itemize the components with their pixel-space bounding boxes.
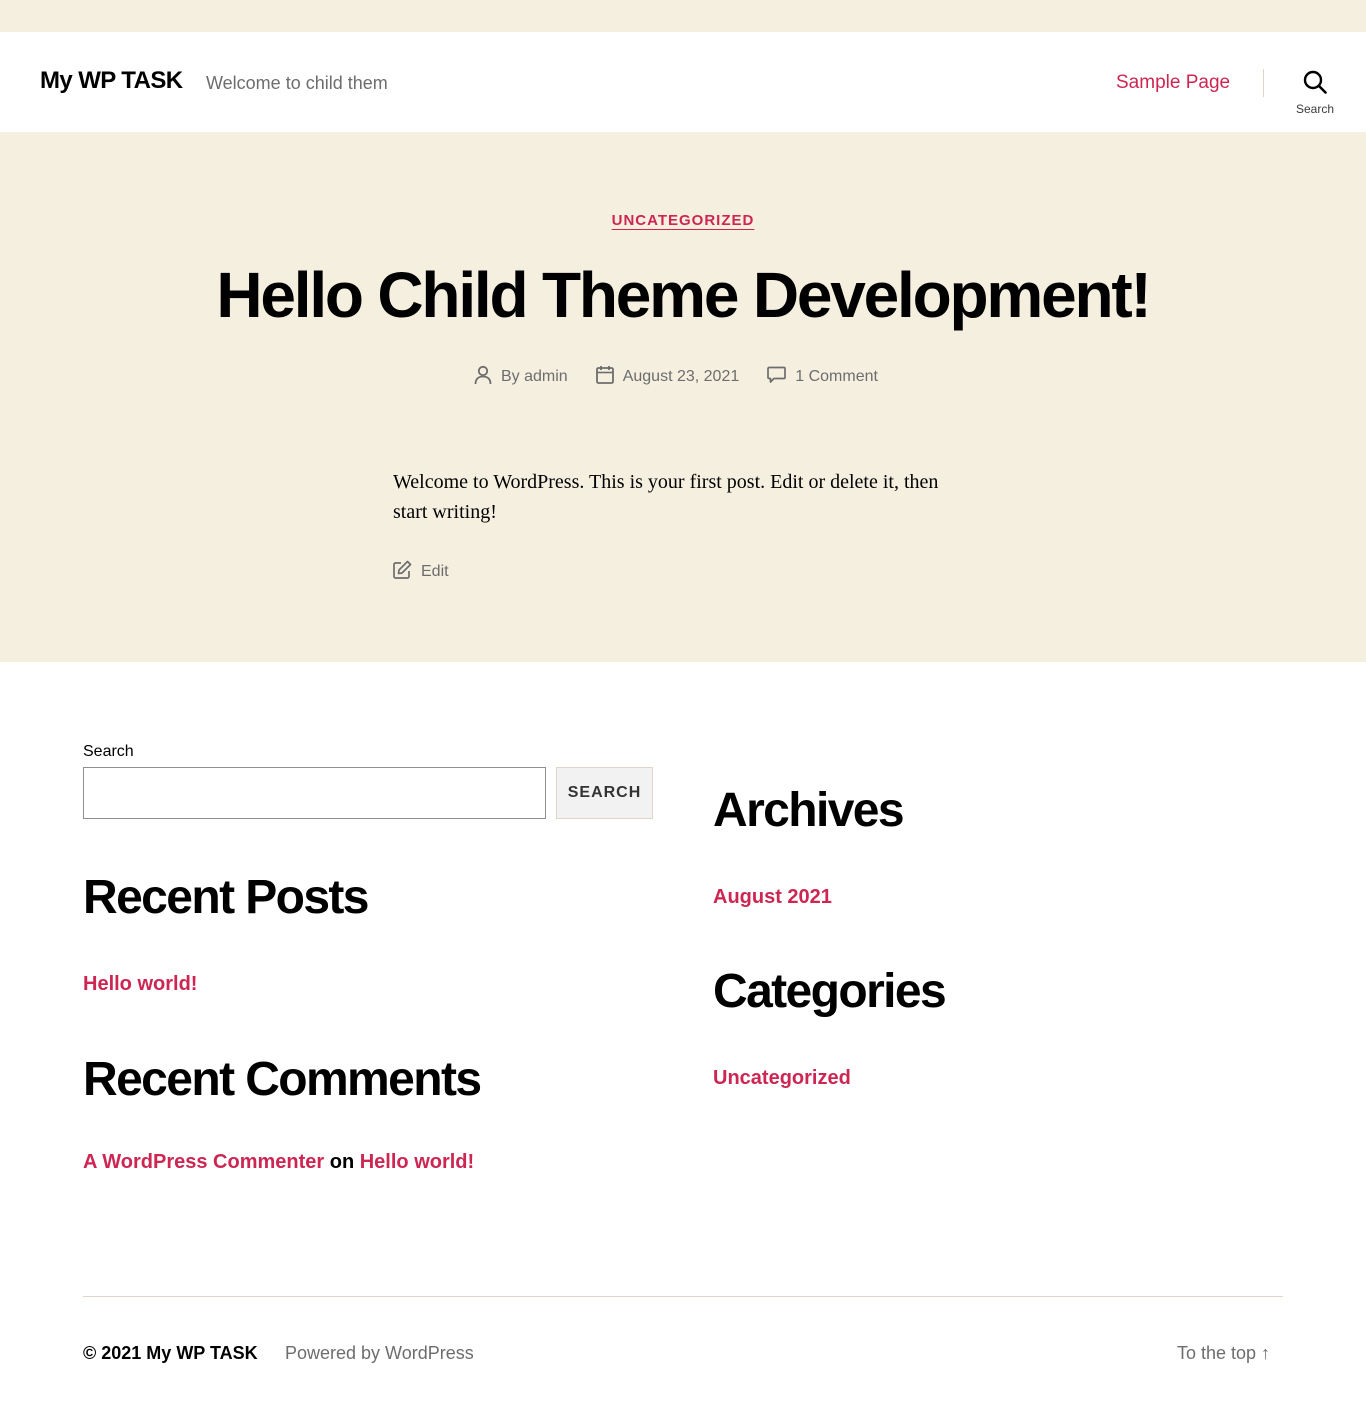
site-title[interactable]: My WP TASK: [40, 67, 183, 95]
site-description: Welcome to child them: [206, 73, 388, 93]
to-the-top-link[interactable]: To the top ↑: [1177, 1343, 1270, 1364]
recent-post-link[interactable]: Hello world!: [83, 973, 197, 996]
search-toggle-label: Search: [1295, 102, 1335, 116]
recent-comment-item: A WordPress Commenter on Hello world!: [83, 1151, 474, 1174]
footer-divider: [83, 1296, 1283, 1297]
post-title: Hello Child Theme Development!: [216, 259, 1151, 331]
top-strip: [0, 0, 1366, 32]
edit-label: Edit: [421, 563, 449, 580]
author-link[interactable]: By admin: [501, 368, 568, 386]
comment-icon: [767, 366, 795, 389]
site-header: My WP TASK Welcome to child them Sample …: [0, 32, 1366, 132]
search-submit-button[interactable]: SEARCH: [556, 767, 653, 819]
post-date: August 23, 2021: [595, 365, 740, 389]
edit-link[interactable]: Edit: [393, 560, 449, 584]
archive-link[interactable]: August 2021: [713, 886, 832, 909]
search-input[interactable]: [83, 767, 546, 819]
calendar-icon: [595, 365, 623, 389]
post-header: UNCATEGORIZED Hello Child Theme Developm…: [0, 132, 1366, 662]
edit-icon: [393, 560, 421, 584]
category-link[interactable]: UNCATEGORIZED: [612, 212, 755, 229]
category-widget-link[interactable]: Uncategorized: [713, 1067, 851, 1090]
post-category: UNCATEGORIZED: [0, 212, 1366, 230]
post-author: By admin: [474, 365, 568, 390]
nav-item-sample-page[interactable]: Sample Page: [1116, 72, 1230, 94]
comment-author-link[interactable]: A WordPress Commenter: [83, 1151, 324, 1173]
recent-posts-title: Recent Posts: [83, 871, 370, 924]
archives-title: Archives: [713, 784, 905, 837]
date-link[interactable]: August 23, 2021: [623, 368, 740, 386]
post-content: Welcome to WordPress. This is your first…: [393, 471, 939, 523]
comments-link[interactable]: 1 Comment: [795, 368, 878, 386]
footer-copyright[interactable]: © 2021 My WP TASK: [83, 1343, 258, 1364]
search-widget-label: Search: [83, 743, 134, 760]
recent-comments-title: Recent Comments: [83, 1053, 482, 1106]
post-comments: 1 Comment: [767, 366, 878, 389]
categories-title: Categories: [713, 965, 947, 1018]
search-toggle-button[interactable]: Search: [1290, 68, 1340, 120]
comment-post-link[interactable]: Hello world!: [360, 1151, 474, 1173]
post-meta: By admin August 23, 2021 1 Comment: [474, 365, 906, 390]
widget-area: Search SEARCH Recent Posts Hello world! …: [0, 662, 1366, 1282]
comment-on-text: on: [329, 1151, 355, 1173]
powered-by-link[interactable]: Powered by WordPress: [285, 1343, 474, 1364]
nav-divider: [1263, 69, 1264, 97]
person-icon: [474, 365, 501, 390]
